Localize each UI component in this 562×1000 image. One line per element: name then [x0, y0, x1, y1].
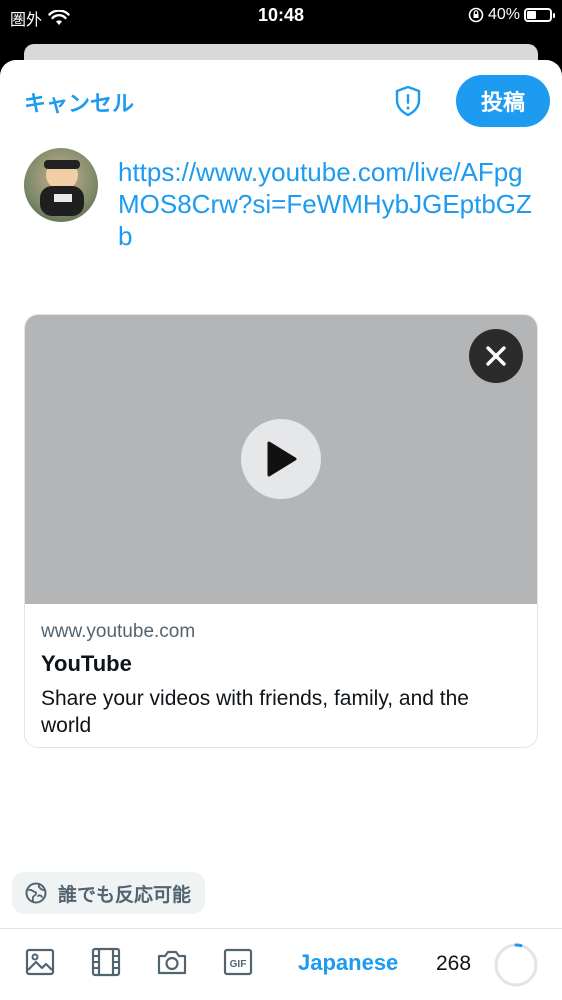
- char-progress-ring: [494, 943, 538, 987]
- post-button[interactable]: 投稿: [456, 75, 550, 127]
- link-preview-card[interactable]: www.youtube.com YouTube Share your video…: [24, 314, 538, 748]
- battery-percent: 40%: [487, 6, 520, 23]
- remove-card-button[interactable]: [469, 329, 523, 383]
- avatar-headband: [44, 160, 80, 169]
- card-description: Share your videos with friends, family, …: [41, 687, 469, 737]
- avatar-label: [54, 194, 72, 202]
- image-icon[interactable]: [24, 946, 56, 978]
- reply-settings-label: 誰でも反応可能: [58, 884, 192, 906]
- status-bar: 圏外 10:48 40%: [0, 0, 562, 34]
- play-button[interactable]: [241, 419, 321, 499]
- char-count: 268: [436, 952, 472, 975]
- avatar[interactable]: [24, 148, 98, 222]
- language-button[interactable]: Japanese: [298, 950, 398, 976]
- card-media: [25, 315, 537, 604]
- globe-icon: [25, 882, 47, 904]
- tweet-text-input[interactable]: https://www.youtube.com/live/AFpgMOS8Crw…: [118, 156, 538, 252]
- reply-settings-button[interactable]: 誰でも反応可能: [12, 872, 206, 914]
- svg-text:GIF: GIF: [230, 959, 247, 970]
- close-icon: [486, 346, 506, 366]
- battery-icon: [524, 8, 555, 22]
- battery-fill: [527, 11, 536, 19]
- cancel-button[interactable]: キャンセル: [24, 86, 134, 118]
- orientation-lock-icon: [468, 7, 484, 23]
- video-icon[interactable]: [90, 946, 122, 978]
- play-icon: [267, 441, 297, 477]
- card-domain: www.youtube.com: [41, 621, 196, 642]
- shield-icon[interactable]: [392, 84, 424, 118]
- status-right: 40%: [468, 6, 555, 24]
- gif-icon[interactable]: GIF: [222, 946, 254, 978]
- card-title: YouTube: [41, 651, 132, 676]
- toolbar-divider: [0, 928, 562, 929]
- camera-icon[interactable]: [156, 946, 188, 978]
